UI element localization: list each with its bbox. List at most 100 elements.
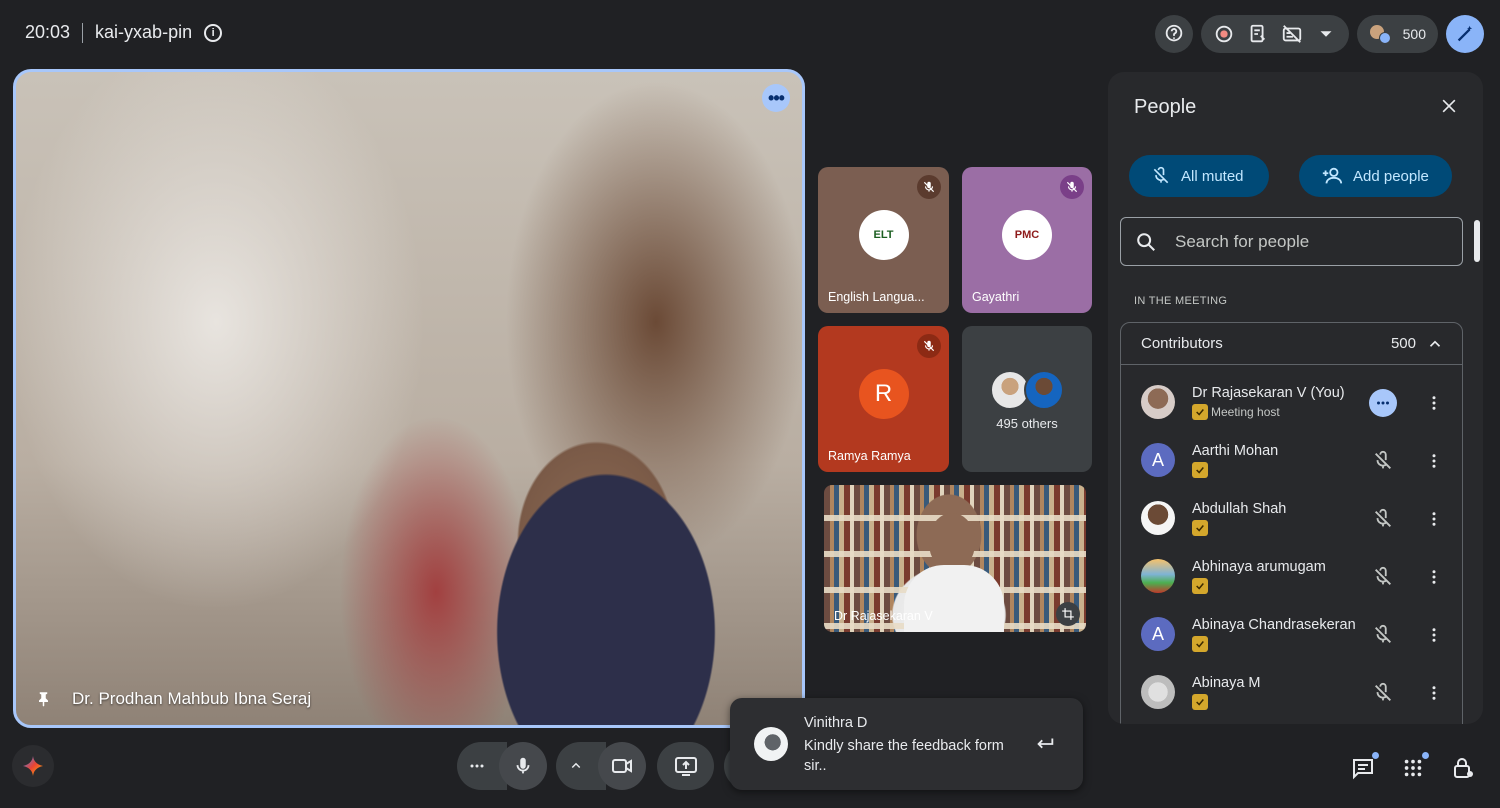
participant-tile[interactable]: R Ramya Ramya bbox=[818, 326, 949, 472]
participants-avatars-icon bbox=[1368, 24, 1391, 44]
more-options-button[interactable] bbox=[1369, 389, 1397, 417]
notification-dot bbox=[1422, 752, 1429, 759]
person-name: Abinaya Chandrasekeran bbox=[1192, 617, 1356, 633]
chat-notification[interactable]: Vinithra D Kindly share the feedback for… bbox=[730, 698, 1083, 790]
gemini-button[interactable] bbox=[12, 745, 54, 787]
host-controls-button[interactable] bbox=[1449, 754, 1477, 782]
search-people-box[interactable] bbox=[1120, 217, 1463, 266]
magic-wand-icon bbox=[1457, 25, 1473, 42]
captions-off-icon[interactable] bbox=[1281, 23, 1303, 45]
self-view-tile[interactable]: Dr Rajasekaran V bbox=[824, 485, 1086, 632]
person-menu-button[interactable] bbox=[1424, 505, 1444, 533]
list-item[interactable]: A Abinaya Chandrasekeran bbox=[1121, 611, 1462, 669]
notes-icon[interactable] bbox=[1247, 23, 1269, 45]
search-icon bbox=[1137, 232, 1155, 251]
top-right-controls: 500 bbox=[1154, 15, 1484, 53]
close-panel-button[interactable] bbox=[1437, 94, 1461, 118]
mute-participant-button[interactable] bbox=[1369, 621, 1397, 649]
person-menu-button[interactable] bbox=[1424, 389, 1444, 417]
divider bbox=[82, 22, 84, 43]
search-people-input[interactable] bbox=[1175, 231, 1435, 252]
close-icon bbox=[1442, 99, 1456, 113]
more-vertical-icon bbox=[1432, 628, 1436, 642]
person-name: Abdullah Shah bbox=[1192, 501, 1287, 517]
tile-name: Gayathri bbox=[972, 290, 1020, 304]
record-icon[interactable] bbox=[1213, 23, 1235, 45]
more-horizontal-icon bbox=[1377, 401, 1389, 405]
sparkle-icon bbox=[23, 756, 43, 776]
mic-off-icon bbox=[923, 340, 935, 352]
person-menu-button[interactable] bbox=[1424, 679, 1444, 707]
chat-button[interactable] bbox=[1349, 752, 1379, 782]
person-role bbox=[1192, 636, 1208, 652]
camera-button[interactable] bbox=[598, 742, 646, 790]
person-role bbox=[1192, 694, 1208, 710]
list-item[interactable]: A Aarthi Mohan bbox=[1121, 437, 1462, 495]
apps-grid-icon bbox=[1404, 759, 1422, 777]
panel-scrollbar[interactable] bbox=[1474, 220, 1480, 262]
participant-count: 500 bbox=[1402, 26, 1426, 42]
avatar bbox=[1141, 559, 1175, 593]
present-screen-icon bbox=[674, 757, 697, 776]
person-menu-button[interactable] bbox=[1424, 447, 1444, 475]
list-item[interactable]: Abinaya M bbox=[1121, 669, 1462, 724]
microphone-button[interactable] bbox=[499, 742, 547, 790]
mute-participant-button[interactable] bbox=[1369, 563, 1397, 591]
mic-off-icon bbox=[1375, 682, 1391, 701]
avatar bbox=[1141, 675, 1175, 709]
participant-tile[interactable]: PMC Gayathri bbox=[962, 167, 1092, 313]
chat-icon bbox=[1353, 759, 1373, 780]
more-vertical-icon bbox=[1432, 686, 1436, 700]
muted-indicator bbox=[917, 175, 941, 199]
contributor-badge-icon bbox=[1192, 404, 1208, 420]
info-icon[interactable]: i bbox=[204, 23, 223, 42]
chevron-down-icon[interactable] bbox=[1315, 23, 1337, 45]
avatar: A bbox=[1141, 617, 1175, 651]
chevron-up-icon bbox=[571, 762, 581, 769]
others-avatars bbox=[990, 370, 1064, 410]
contributors-header[interactable]: Contributors 500 bbox=[1121, 323, 1462, 365]
participant-count-button[interactable]: 500 bbox=[1356, 15, 1438, 53]
add-people-label: Add people bbox=[1353, 167, 1429, 185]
reframe-button[interactable] bbox=[1056, 602, 1080, 626]
meeting-code: kai-yxab-pin bbox=[95, 22, 193, 42]
activities-button[interactable] bbox=[1446, 15, 1484, 53]
main-speaker-video[interactable]: ••• Dr. Prodhan Mahbub Ibna Seraj bbox=[13, 69, 805, 728]
chevron-up-icon[interactable] bbox=[1426, 335, 1444, 353]
others-label: 495 others bbox=[996, 416, 1058, 431]
avatar bbox=[1141, 501, 1175, 535]
sender-avatar bbox=[754, 727, 788, 761]
person-menu-button[interactable] bbox=[1424, 563, 1444, 591]
all-muted-button[interactable]: All muted bbox=[1129, 155, 1269, 197]
muted-indicator bbox=[917, 334, 941, 358]
more-vertical-icon bbox=[1432, 570, 1436, 584]
recording-controls bbox=[1200, 15, 1349, 53]
mute-participant-button[interactable] bbox=[1369, 447, 1397, 475]
tile-name: English Langua... bbox=[828, 290, 925, 304]
mute-participant-button[interactable] bbox=[1369, 679, 1397, 707]
mic-off-icon bbox=[1375, 450, 1391, 469]
person-menu-button[interactable] bbox=[1424, 621, 1444, 649]
list-item[interactable]: Dr Rajasekaran V (You) Meeting host bbox=[1121, 379, 1462, 437]
others-tile[interactable]: 495 others bbox=[962, 326, 1092, 472]
avatar: ELT bbox=[858, 210, 909, 260]
mute-participant-button[interactable] bbox=[1369, 505, 1397, 533]
present-screen-button[interactable] bbox=[657, 742, 714, 790]
contributor-badge-icon bbox=[1192, 636, 1208, 652]
contributors-count: 500 bbox=[1390, 335, 1416, 352]
more-vertical-icon bbox=[1432, 512, 1436, 526]
pin-icon[interactable] bbox=[36, 690, 54, 708]
help-button[interactable] bbox=[1154, 15, 1193, 53]
contributor-badge-icon bbox=[1192, 578, 1208, 594]
list-item[interactable]: Abdullah Shah bbox=[1121, 495, 1462, 553]
help-icon bbox=[1165, 24, 1182, 42]
contributors-label: Contributors bbox=[1141, 335, 1223, 352]
all-muted-label: All muted bbox=[1181, 167, 1244, 185]
add-people-button[interactable]: Add people bbox=[1299, 155, 1452, 197]
reply-button[interactable] bbox=[1033, 733, 1057, 755]
main-video-more-button[interactable]: ••• bbox=[762, 84, 790, 112]
person-role: Meeting host bbox=[1192, 404, 1280, 420]
list-item[interactable]: Abhinaya arumugam bbox=[1121, 553, 1462, 611]
apps-button[interactable] bbox=[1399, 752, 1429, 782]
participant-tile[interactable]: ELT English Langua... bbox=[818, 167, 949, 313]
